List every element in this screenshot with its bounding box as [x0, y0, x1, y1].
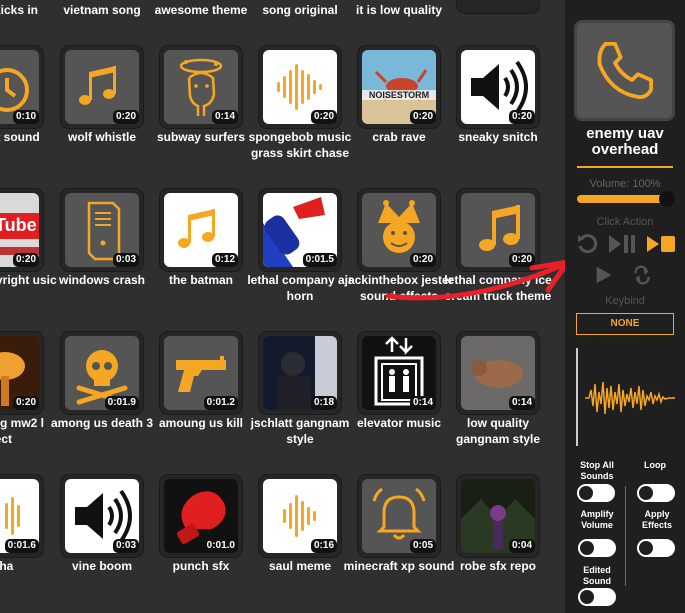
toggle-divider [625, 486, 626, 586]
sound-tile[interactable]: 0:14 [159, 45, 243, 129]
sound-tile[interactable] [456, 0, 540, 14]
loop-icon[interactable] [629, 264, 655, 286]
keybind-button[interactable]: NONE [576, 313, 674, 335]
play-pause-icon[interactable] [607, 232, 637, 256]
duration-badge: 0:01.5 [302, 253, 337, 267]
duration-badge: 0:20 [12, 253, 39, 267]
duration-badge: 0:20 [112, 110, 139, 124]
sound-label: low quality gangnam style [455, 416, 541, 446]
waveform-preview [585, 381, 675, 415]
edited-sound-toggle[interactable] [578, 588, 616, 606]
duration-badge: 0:01.9 [104, 396, 139, 410]
duration-badge: 0:01.0 [203, 539, 238, 553]
selected-sound-title: enemy uav overhead [586, 125, 664, 158]
duration-badge: 0:20 [409, 110, 436, 124]
duration-badge: 0:05 [409, 539, 436, 553]
duration-badge: 0:01.6 [4, 539, 39, 553]
duration-badge: 0:14 [409, 396, 436, 410]
duration-badge: 0:04 [508, 539, 535, 553]
duration-badge: 0:14 [508, 396, 535, 410]
sound-tile[interactable]: 0:05 [357, 474, 441, 558]
sound-grid: kicks in vietnam song awesome theme song… [0, 0, 565, 613]
stop-all-sounds-label: Stop All Sounds [580, 460, 614, 481]
sound-sidebar: enemy uav overhead Volume: 100% Click Ac… [565, 0, 685, 613]
sound-label: lethal company ice cream truck theme [444, 273, 552, 303]
sound-tile[interactable]: 0:18 [258, 331, 342, 415]
sound-tile[interactable]: 0:10 [0, 45, 44, 129]
sound-tile[interactable]: 0:03 [60, 474, 144, 558]
duration-badge: 0:18 [310, 396, 337, 410]
sound-tile[interactable]: 0:16 [258, 474, 342, 558]
duration-badge: 0:14 [211, 110, 238, 124]
click-action-label: Click Action [596, 216, 654, 228]
duration-badge: 0:03 [112, 253, 139, 267]
sound-tile[interactable]: 0:20 [456, 45, 540, 129]
duration-badge: 0:20 [508, 253, 535, 267]
sound-tile[interactable]: 0:01.5 [258, 188, 342, 272]
loop-label: Loop [644, 460, 666, 470]
duration-badge: 0:20 [310, 110, 337, 124]
thumbnail-text: NOISESTORM [368, 90, 430, 100]
sound-tile[interactable]: 0:03 [60, 188, 144, 272]
sound-tile[interactable]: 0:20 [357, 188, 441, 272]
keybind-label: Keybind [605, 295, 645, 307]
sound-tile[interactable]: 0:20 [258, 45, 342, 129]
duration-badge: 0:16 [310, 539, 337, 553]
apply-effects-label: Apply Effects [641, 509, 672, 530]
duration-badge: 0:03 [112, 539, 139, 553]
sound-label: it is low quality [355, 3, 442, 17]
play-stop-icon[interactable] [645, 232, 677, 256]
volume-knob[interactable] [659, 191, 675, 207]
sound-label: sneaky snitch [458, 130, 538, 144]
duration-badge: 0:20 [12, 396, 39, 410]
waveform-divider [576, 348, 578, 446]
selected-sound-thumbnail [574, 20, 675, 121]
duration-badge: 0:12 [211, 253, 238, 267]
sound-tile[interactable]: 0:20 [60, 45, 144, 129]
sound-label: robe sfx repo [459, 559, 537, 573]
sound-tile[interactable]: 0:20 [0, 331, 44, 415]
duration-badge: 0:01.2 [203, 396, 238, 410]
thumbnail-text: Tube [0, 215, 37, 235]
title-underline [577, 166, 673, 168]
sound-tile[interactable]: 0:04 [456, 474, 540, 558]
amplify-volume-label: Amplify Volume [580, 509, 614, 530]
sound-tile[interactable]: 0:01.2 [159, 331, 243, 415]
volume-label: Volume: 100% [589, 178, 661, 190]
sound-tile[interactable]: 0:12 [159, 188, 243, 272]
phone-icon [597, 42, 653, 99]
duration-badge: 0:20 [508, 110, 535, 124]
amplify-volume-toggle[interactable] [578, 539, 616, 557]
sound-tile[interactable]: 0:01.9 [60, 331, 144, 415]
edited-sound-label: Edited Sound [583, 565, 611, 586]
sound-tile[interactable]: 0:20 [456, 188, 540, 272]
sound-tile[interactable]: Tube 0:20 [0, 188, 44, 272]
stop-all-sounds-toggle[interactable] [577, 484, 615, 502]
apply-effects-toggle[interactable] [637, 539, 675, 557]
sound-tile[interactable]: 0:01.6 [0, 474, 44, 558]
sound-tile[interactable]: 0:14 [456, 331, 540, 415]
loop-toggle[interactable] [637, 484, 675, 502]
duration-badge: 0:10 [12, 110, 39, 124]
sound-tile[interactable]: NOISESTORM 0:20 [357, 45, 441, 129]
volume-slider[interactable] [577, 191, 675, 207]
sound-tile[interactable]: 0:01.0 [159, 474, 243, 558]
duration-badge: 0:20 [409, 253, 436, 267]
replay-icon[interactable] [575, 232, 599, 256]
sound-tile[interactable]: 0:14 [357, 331, 441, 415]
play-icon[interactable] [593, 264, 615, 286]
